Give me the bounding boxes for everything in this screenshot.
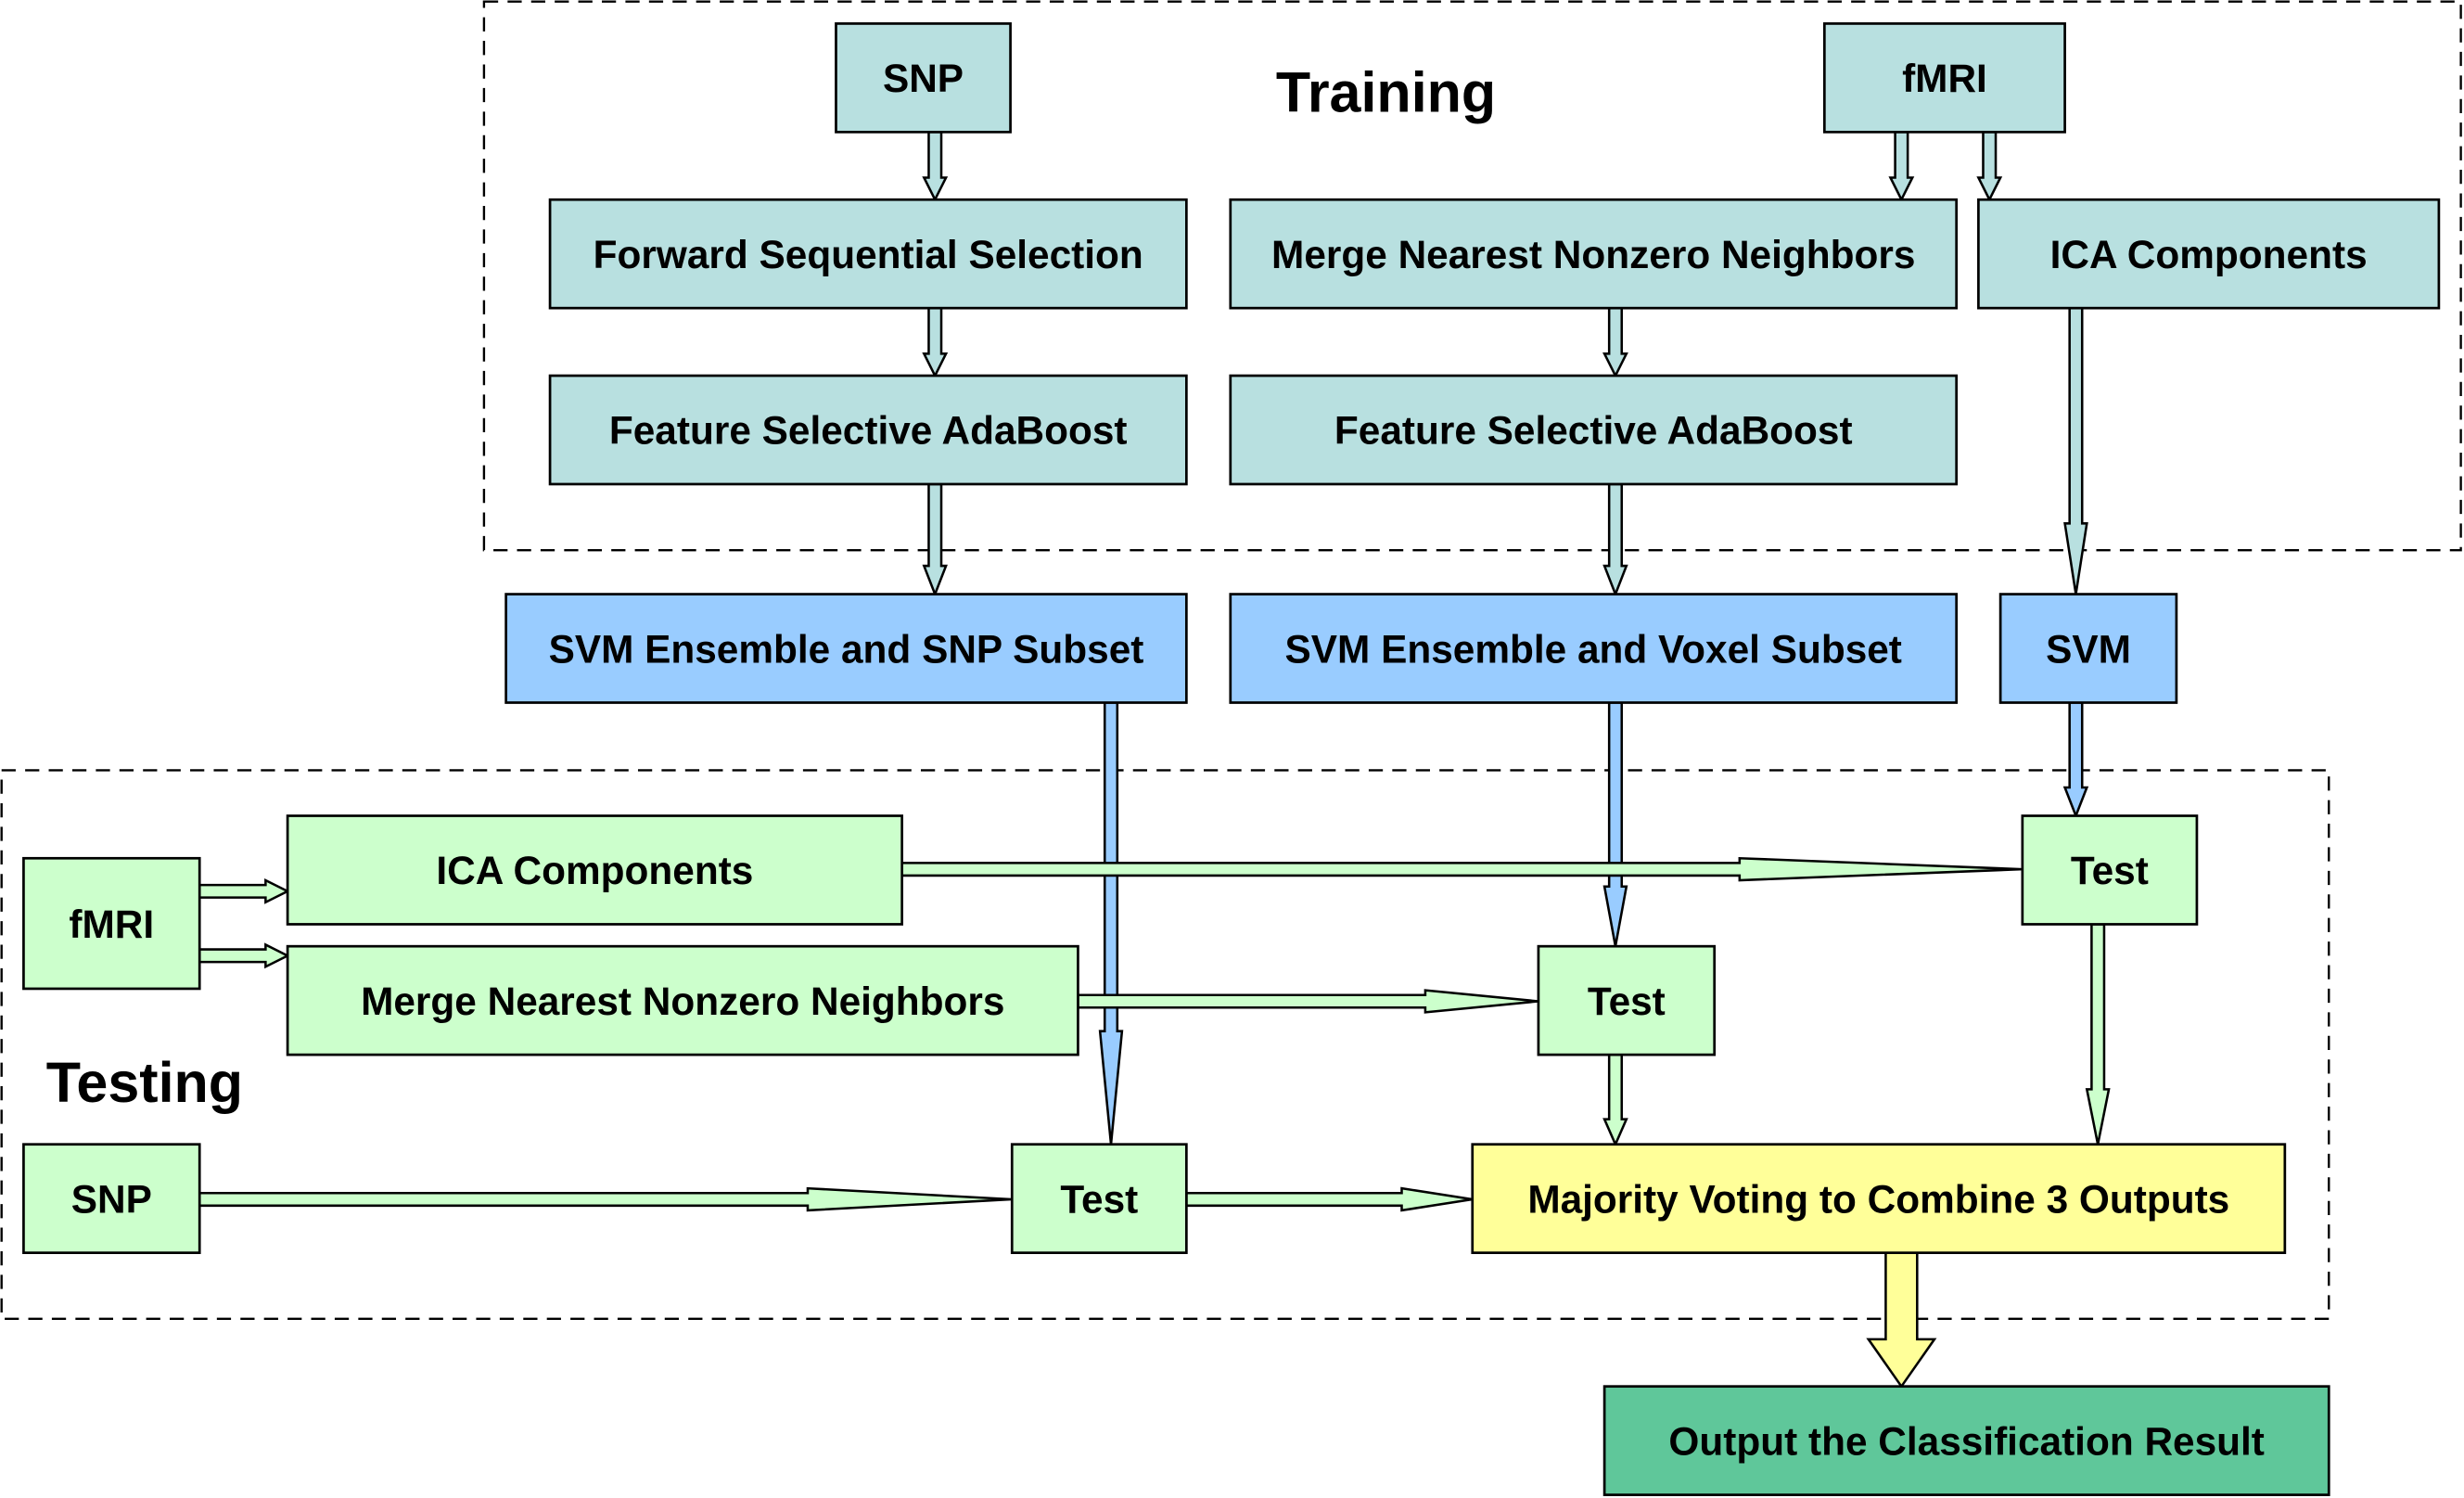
arrow-test1-to-majority <box>1185 1186 1473 1212</box>
node-majority: Majority Voting to Combine 3 Outputs <box>1471 1143 2287 1254</box>
training-label: Training <box>1276 60 1496 123</box>
node-fsa-snp: Feature Selective AdaBoost <box>548 374 1188 486</box>
node-label: SVM Ensemble and Voxel Subset <box>1285 627 1902 671</box>
arrow-snp_train-to-fss <box>922 131 949 203</box>
node-label: Output the Classification Result <box>1668 1419 2264 1463</box>
arrow-test3-to-majority <box>2085 923 2111 1145</box>
node-label: ICA Components <box>2050 233 2368 276</box>
arrow-fmri_test-to-ica_test <box>198 877 290 904</box>
node-label: SVM Ensemble and SNP Subset <box>549 627 1144 671</box>
node-label: Test <box>1588 979 1666 1023</box>
node-label: SVM <box>2046 627 2131 671</box>
arrow-ica_test-to-test3 <box>900 856 2023 882</box>
node-label: Majority Voting to Combine 3 Outputs <box>1527 1177 2229 1221</box>
node-label: Forward Sequential Selection <box>594 233 1143 276</box>
arrow-fmri_train-to-ica_train <box>1976 131 2003 203</box>
node-label: Merge Nearest Nonzero Neighbors <box>361 979 1004 1023</box>
arrow-svm_snp-to-test1 <box>1098 701 1124 1145</box>
node-snp-test: SNP <box>22 1143 201 1254</box>
arrow-fmri_test-to-mnnn_test <box>198 942 290 969</box>
node-label: Test <box>1060 1177 1138 1221</box>
node-ica-train: ICA Components <box>1977 198 2441 310</box>
node-snp-train: SNP <box>835 22 1012 134</box>
node-fsa-fmri: Feature Selective AdaBoost <box>1229 374 1959 486</box>
node-label: Merge Nearest Nonzero Neighbors <box>1271 233 1915 276</box>
arrow-mnnn_test-to-test2 <box>1077 989 1539 1014</box>
node-label: fMRI <box>1902 57 1987 100</box>
node-fss: Forward Sequential Selection <box>548 198 1188 310</box>
testing-label: Testing <box>46 1051 243 1114</box>
node-label: Feature Selective AdaBoost <box>609 409 1128 453</box>
node-label: SNP <box>883 57 964 100</box>
node-svm-snp: SVM Ensemble and SNP Subset <box>504 593 1188 704</box>
node-test3: Test <box>2021 814 2199 926</box>
node-label: SNP <box>71 1177 152 1221</box>
arrow-fsa_fmri-to-svm_voxel <box>1602 482 1628 598</box>
node-test2: Test <box>1537 944 1717 1056</box>
node-mnnn-train: Merge Nearest Nonzero Neighbors <box>1229 198 1959 310</box>
node-fmri-train: fMRI <box>1822 22 2066 134</box>
node-label: fMRI <box>69 903 154 946</box>
node-fmri-test: fMRI <box>22 856 201 991</box>
node-svm: SVM <box>1998 593 2178 704</box>
node-label: Feature Selective AdaBoost <box>1334 409 1853 453</box>
arrow-snp_test-to-test1 <box>198 1186 1013 1212</box>
node-svm-voxel: SVM Ensemble and Voxel Subset <box>1229 593 1959 704</box>
arrow-test2-to-majority <box>1602 1053 1628 1147</box>
node-ica-test: ICA Components <box>286 814 904 926</box>
arrow-mnnn_train-to-fsa_fmri <box>1602 306 1628 378</box>
arrow-ica_train-to-svm <box>2063 306 2088 595</box>
flowchart-diagram: Training Testing SNP fMRI Forward Sequenti… <box>0 0 2462 1496</box>
node-test1: Test <box>1010 1143 1188 1254</box>
arrow-fsa_snp-to-svm_snp <box>922 482 948 598</box>
arrow-fss-to-fsa_snp <box>922 306 949 378</box>
node-label: Test <box>2071 849 2149 892</box>
arrow-svm-to-test3 <box>2062 701 2089 820</box>
node-mnnn-test: Merge Nearest Nonzero Neighbors <box>286 944 1079 1056</box>
arrow-svm_voxel-to-test2 <box>1602 701 1628 947</box>
node-label: ICA Components <box>436 849 753 892</box>
node-output: Output the Classification Result <box>1602 1385 2330 1496</box>
arrow-fmri_train-to-mnnn_train <box>1888 131 1915 203</box>
